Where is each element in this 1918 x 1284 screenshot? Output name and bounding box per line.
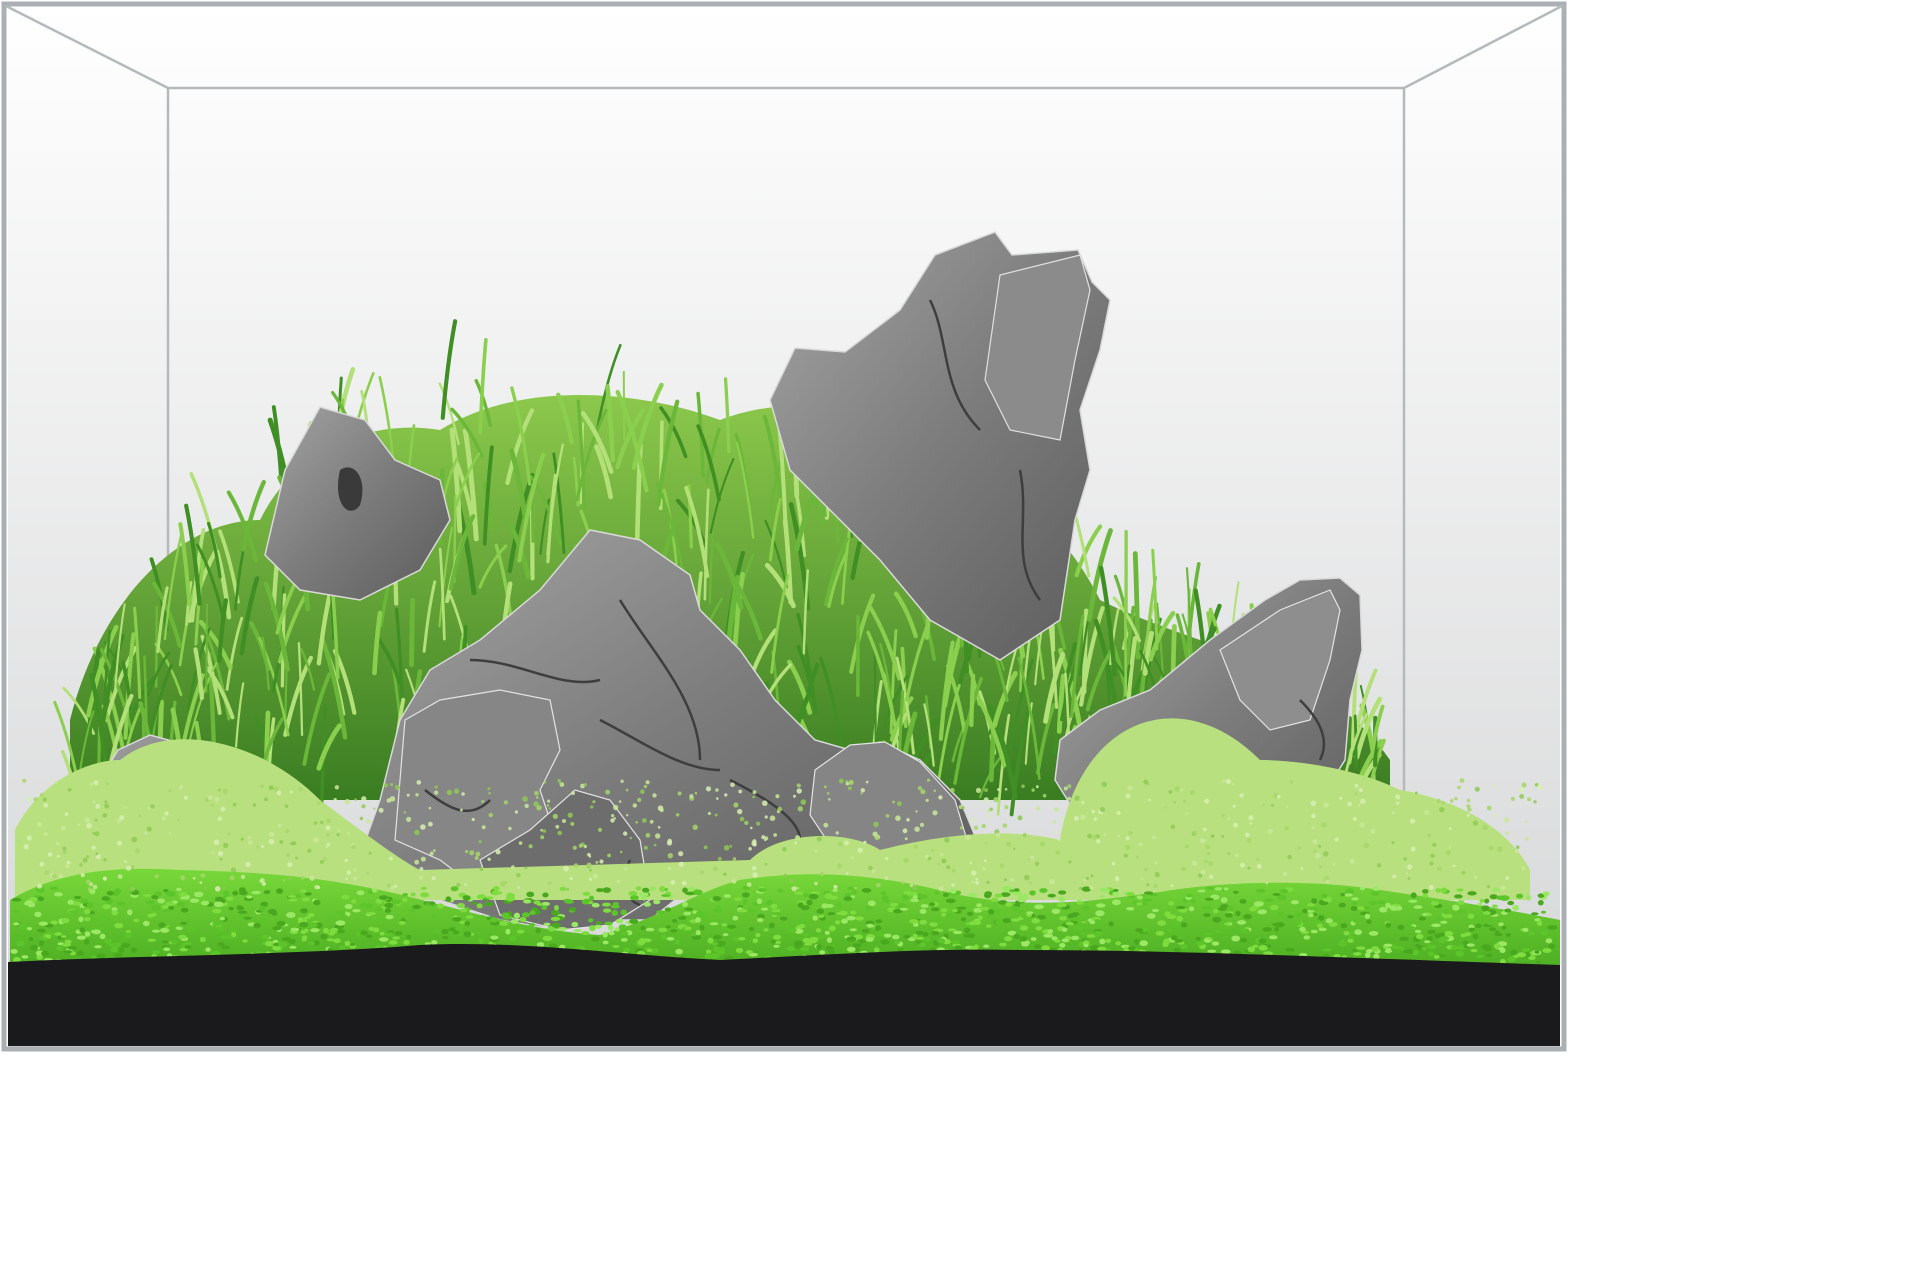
aquarium-scene	[1, 1, 1567, 1052]
dark-substrate	[8, 943, 1560, 1046]
